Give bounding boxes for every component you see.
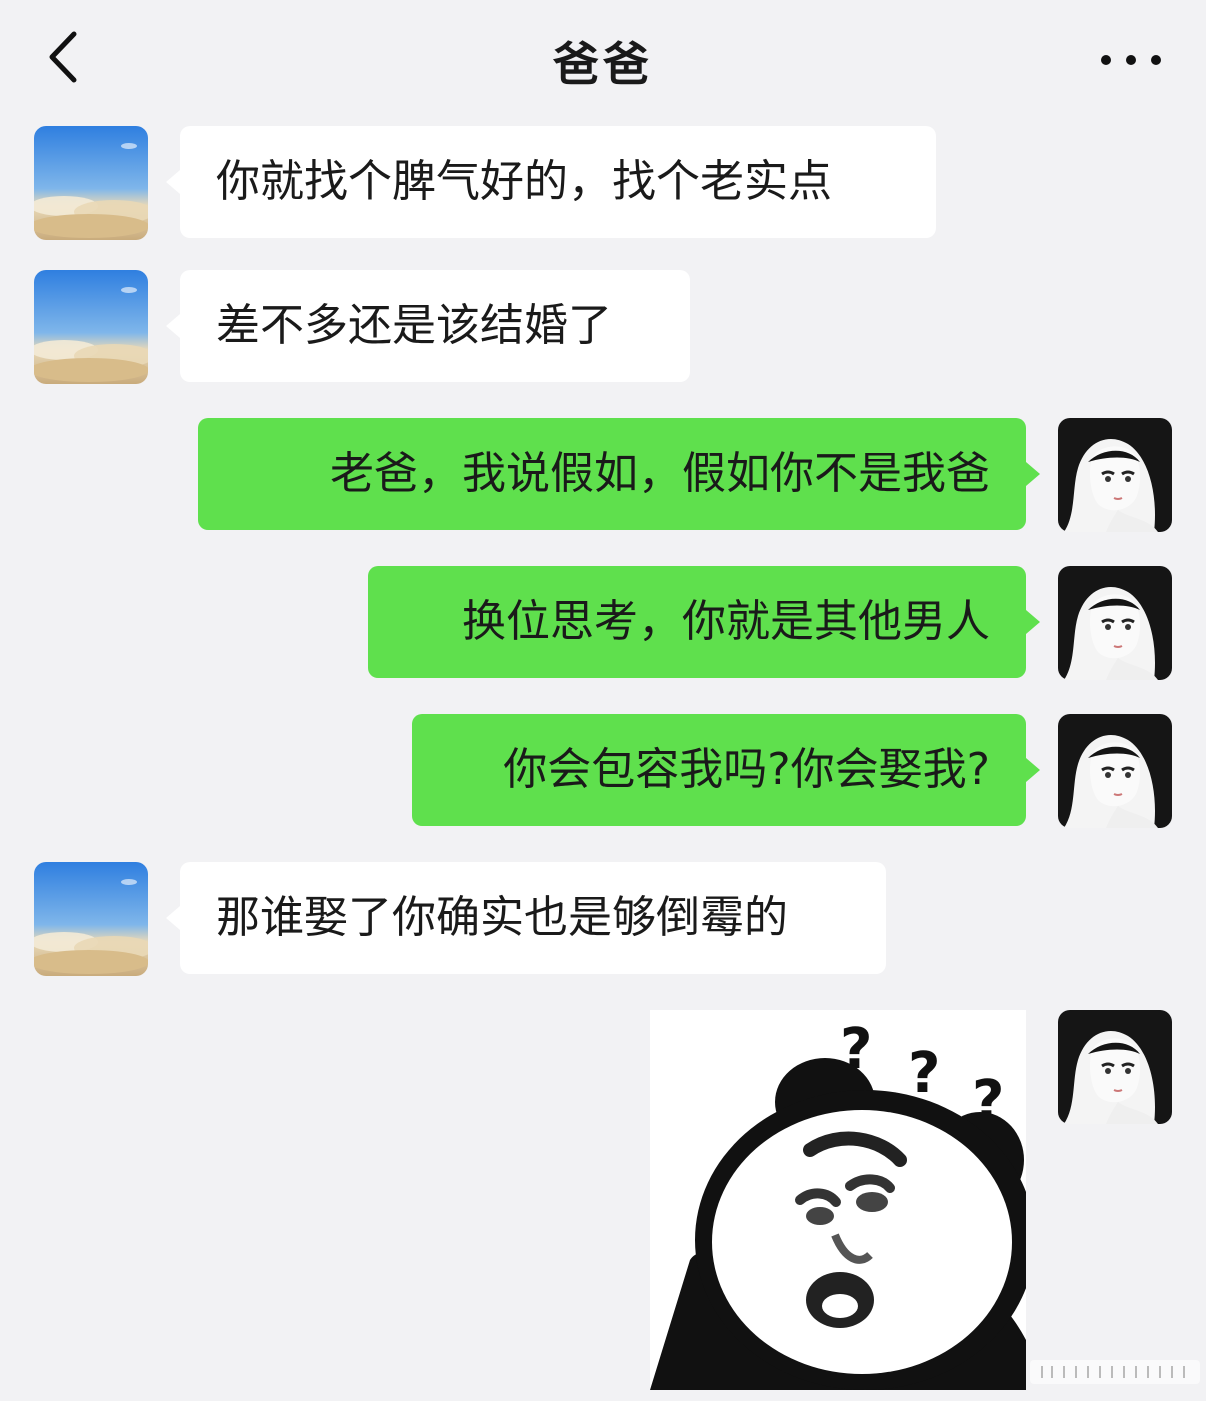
my-avatar[interactable]	[1058, 418, 1172, 532]
message-bubble[interactable]: 差不多还是该结婚了	[166, 270, 690, 382]
dad-avatar[interactable]	[34, 270, 148, 384]
panda-sticker-message[interactable]: ? ? ?	[650, 1010, 1026, 1390]
message-bubble[interactable]: 你会包容我吗?你会娶我?	[412, 714, 1040, 826]
my-avatar[interactable]	[1058, 1010, 1172, 1124]
more-options-button[interactable]	[1096, 40, 1166, 80]
panda-meme-image: ? ? ?	[650, 1017, 1026, 1390]
my-avatar[interactable]	[1058, 714, 1172, 828]
dad-avatar[interactable]	[34, 126, 148, 240]
message-bubble[interactable]: 老爸，我说假如，假如你不是我爸	[198, 418, 1040, 530]
my-avatar[interactable]	[1058, 566, 1172, 680]
message-bubble[interactable]: 换位思考，你就是其他男人	[368, 566, 1040, 678]
more-dots-icon	[1101, 55, 1161, 65]
chat-header: 爸爸	[0, 0, 1206, 110]
message-bubble[interactable]: 你就找个脾气好的，找个老实点	[166, 126, 936, 238]
dad-avatar[interactable]	[34, 862, 148, 976]
chat-title: 爸爸	[553, 37, 653, 91]
watermark-graphic	[1030, 1360, 1200, 1384]
message-bubble[interactable]: 那谁娶了你确实也是够倒霉的	[166, 862, 886, 974]
